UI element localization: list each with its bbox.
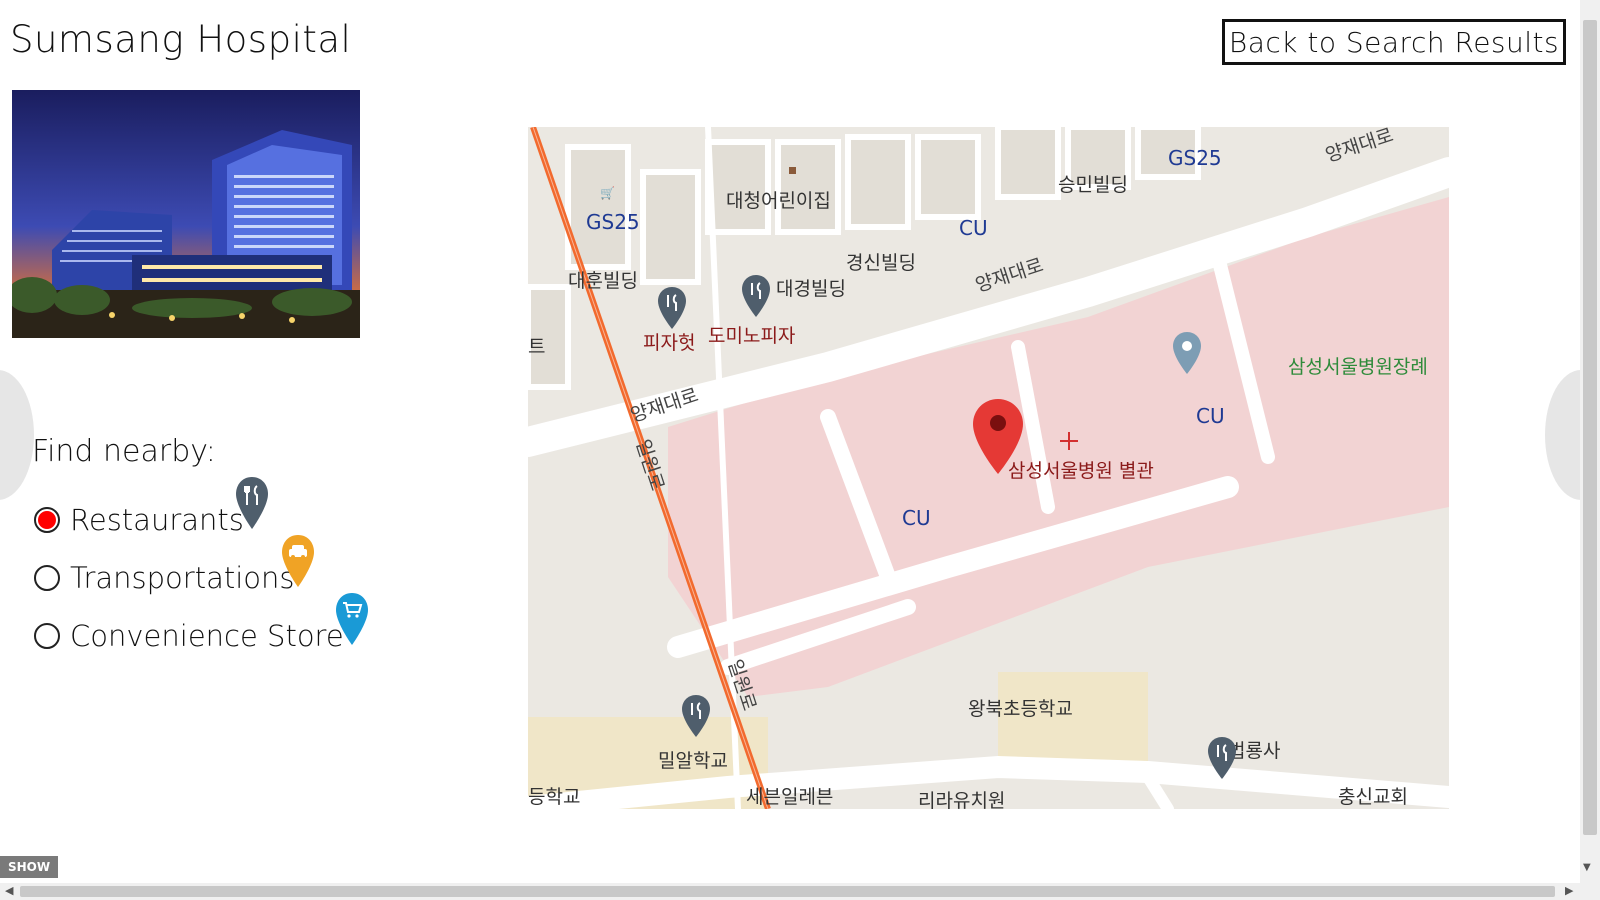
map-label-funeral: 삼성서울병원장례 xyxy=(1288,356,1428,378)
map-label-annex: 삼성서울병원 별관 xyxy=(1008,460,1154,482)
map-label-seungmin: 승민빌딩 xyxy=(1058,174,1128,196)
option-restaurants[interactable]: Restaurants xyxy=(34,503,244,537)
map-label-t-edge: 트 xyxy=(528,336,545,358)
map-view[interactable]: 대청어린이집 승민빌딩 경신빌딩 대훈빌딩 대경빌딩 왕북초등학교 밀알학교 법… xyxy=(528,127,1449,809)
transportations-radio[interactable] xyxy=(34,565,60,591)
map-label-dominos: 도미노피자 xyxy=(708,325,795,347)
scroll-left-icon[interactable]: ◀ xyxy=(5,884,13,897)
back-to-results-button[interactable]: Back to Search Results xyxy=(1222,19,1566,65)
transportations-label: Transportations xyxy=(70,561,295,595)
map-label-cu-b: CU xyxy=(1196,404,1225,428)
left-panel-tab[interactable] xyxy=(0,370,34,500)
map-label-miral: 밀알학교 xyxy=(658,750,728,772)
scroll-right-icon[interactable]: ▶ xyxy=(1565,884,1573,897)
restaurants-label: Restaurants xyxy=(70,503,244,537)
map-label-gs25-a: GS25 xyxy=(586,210,640,234)
restaurant-pin-icon xyxy=(236,477,268,529)
map-poi-marker-icon xyxy=(789,167,796,174)
map-label-cu-c: CU xyxy=(902,506,931,530)
restaurants-radio[interactable] xyxy=(34,507,60,533)
map-label-gs25-b: GS25 xyxy=(1168,146,1222,170)
map-label-church: 충신교회 xyxy=(1338,786,1408,808)
convenience-store-label: Convenience Store xyxy=(70,619,344,653)
vertical-scrollbar[interactable]: ▼ xyxy=(1580,0,1600,884)
map-label-wangbuk: 왕북초등학교 xyxy=(968,698,1073,720)
map-label-school-edge: 등학교 xyxy=(528,786,580,808)
map-label-daegyeong: 대경빌딩 xyxy=(776,278,846,300)
map-label-cu-a: CU xyxy=(959,216,988,240)
vertical-scroll-thumb[interactable] xyxy=(1583,20,1597,835)
map-label-kinder: 리라유치원 xyxy=(918,790,1005,809)
find-nearby-heading: Find nearby: xyxy=(32,434,216,469)
map-label-pizzahut: 피자헛 xyxy=(643,332,695,354)
show-button[interactable]: SHOW xyxy=(0,856,58,878)
cart-pin-icon xyxy=(336,593,368,645)
car-pin-icon xyxy=(282,535,314,587)
cart-icon: 🛒 xyxy=(600,186,615,200)
horizontal-scrollbar[interactable]: ◀ ▶ xyxy=(0,883,1600,900)
convenience-store-radio[interactable] xyxy=(34,623,60,649)
option-transportations[interactable]: Transportations xyxy=(34,561,295,595)
page-title: Sumsang Hospital xyxy=(10,18,352,61)
map-label-daehun: 대훈빌딩 xyxy=(568,270,638,292)
scroll-down-icon[interactable]: ▼ xyxy=(1583,862,1591,873)
map-label-seven: 세븐일레븐 xyxy=(746,786,833,808)
option-convenience-store[interactable]: Convenience Store xyxy=(34,619,344,653)
map-label-gyeongsin: 경신빌딩 xyxy=(846,252,916,274)
map-label-daecheong: 대청어린이집 xyxy=(726,190,831,212)
hospital-photo xyxy=(12,90,360,338)
horizontal-scroll-thumb[interactable] xyxy=(20,886,1555,897)
